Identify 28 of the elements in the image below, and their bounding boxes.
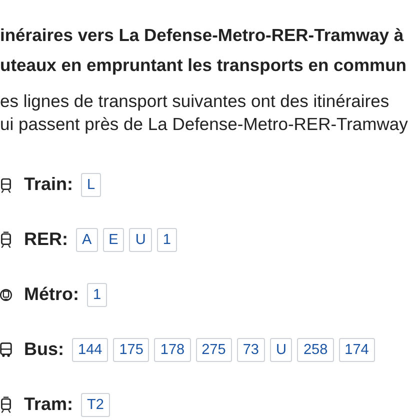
line-tag[interactable]: 73 [236, 338, 265, 362]
train-icon [0, 176, 12, 194]
line-tag[interactable]: 1 [87, 282, 108, 306]
line-tag[interactable]: 258 [297, 338, 334, 362]
line-tag[interactable]: U [270, 338, 292, 362]
intro-text: es lignes de transport suivantes ont des itinéraires [0, 90, 390, 113]
tram-icon [0, 396, 12, 414]
mode-label: Bus: [24, 339, 64, 360]
line-tag[interactable]: 144 [72, 338, 108, 362]
line-tag[interactable]: 1 [156, 228, 177, 252]
mode-label: Train: [24, 174, 74, 195]
line-tag[interactable]: 178 [154, 338, 191, 362]
intro-text: ui passent près de La Defense-Metro-RER-Tramway [0, 113, 409, 136]
line-tag[interactable]: E [102, 228, 124, 252]
line-tag[interactable]: U [129, 228, 152, 252]
line-tag[interactable]: 174 [338, 338, 375, 362]
line-tag[interactable]: L [81, 172, 102, 196]
train-icon [0, 230, 12, 248]
line-tag[interactable]: 275 [196, 338, 232, 362]
mode-label: Métro: [24, 284, 79, 305]
heading-line: inéraires vers La Defense-Metro-RER-Tramway à [0, 24, 405, 47]
bus-icon [0, 340, 12, 358]
line-tag[interactable]: T2 [81, 392, 110, 416]
mode-label: RER: [24, 229, 68, 250]
line-tag[interactable]: A [76, 228, 98, 252]
mode-label: Tram: [24, 394, 74, 415]
heading-line: uteaux en empruntant les transports en commun [0, 54, 408, 77]
line-tag[interactable]: 175 [113, 338, 150, 362]
